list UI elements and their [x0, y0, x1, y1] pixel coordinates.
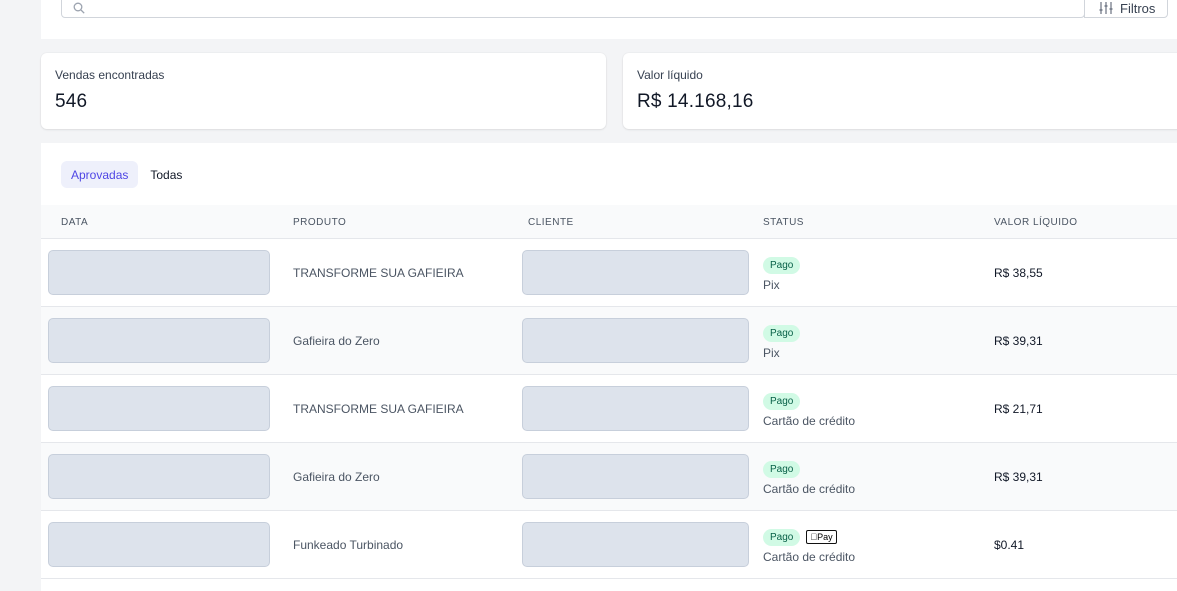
status-cell: Pago Pix: [763, 324, 801, 360]
date-placeholder: [48, 454, 270, 499]
table-row[interactable]: TRANSFORME SUA GAFIEIRA Pago Cartão de c…: [41, 375, 1177, 443]
column-header-status[interactable]: STATUS: [763, 217, 804, 228]
tab-all[interactable]: Todas: [140, 161, 192, 188]
product-name: Funkeado Turbinado: [293, 538, 404, 552]
filters-button[interactable]: Filtros: [1084, 0, 1168, 18]
date-placeholder: [48, 522, 270, 567]
payment-method: Cartão de crédito: [763, 414, 856, 428]
table-header: DATA PRODUTO CLIENTE STATUS VALOR LÍQUID…: [41, 205, 1177, 239]
net-amount: R$ 38,55: [994, 266, 1043, 280]
product-name: Gafieira do Zero: [293, 334, 380, 348]
column-header-client[interactable]: CLIENTE: [528, 217, 574, 228]
sales-panel: Aprovadas Todas DATA PRODUTO CLIENTE STA…: [41, 143, 1177, 591]
product-name: TRANSFORME SUA GAFIEIRA: [293, 266, 464, 280]
stat-value: R$ 14.168,16: [637, 91, 754, 112]
status-badge: Pago: [763, 460, 801, 478]
payment-method: Pix: [763, 346, 780, 360]
client-placeholder: [522, 318, 749, 363]
search-icon: [73, 2, 85, 14]
net-amount: $0.41: [994, 538, 1025, 552]
stat-label: Vendas encontradas: [55, 68, 165, 82]
table-row[interactable]: TRANSFORME SUA GAFIEIRA Pago Pix R$ 38,5…: [41, 239, 1177, 307]
table-row[interactable]: Funkeado Turbinado Pago Pay Cartão de c…: [41, 511, 1177, 579]
tab-approved[interactable]: Aprovadas: [61, 161, 139, 188]
net-amount: R$ 21,71: [994, 402, 1043, 416]
apple-pay-label: Pay: [810, 532, 833, 542]
search-input[interactable]: [61, 0, 1085, 18]
status-badge: Pago: [763, 324, 801, 342]
status-cell: Pago Pay Cartão de crédito: [763, 528, 855, 564]
client-placeholder: [522, 522, 749, 567]
status-cell: Pago Pix: [763, 256, 801, 292]
status-badge: Pago: [763, 528, 801, 546]
filters-label: Filtros: [1120, 0, 1156, 16]
table-row[interactable]: Gafieira do Zero Pago Cartão de crédito …: [41, 443, 1177, 511]
status-tabs: Aprovadas Todas: [61, 161, 192, 188]
payment-method: Cartão de crédito: [763, 550, 856, 564]
stat-value: 546: [55, 91, 88, 112]
stat-card-sales-count: Vendas encontradas 546: [41, 53, 606, 129]
column-header-net-value[interactable]: VALOR LÍQUIDO: [994, 217, 1078, 228]
sliders-icon: [1099, 2, 1113, 14]
search-bar-area: Filtros: [41, 0, 1177, 39]
date-placeholder: [48, 386, 270, 431]
client-placeholder: [522, 386, 749, 431]
status-badge: Pago: [763, 256, 801, 274]
product-name: Gafieira do Zero: [293, 470, 380, 484]
column-header-date[interactable]: DATA: [61, 217, 88, 228]
status-cell: Pago Cartão de crédito: [763, 392, 855, 428]
stat-card-net-value: Valor líquido R$ 14.168,16: [623, 53, 1177, 129]
payment-method: Pix: [763, 278, 780, 292]
status-badge: Pago: [763, 392, 801, 410]
stat-label: Valor líquido: [637, 68, 703, 82]
column-header-product[interactable]: PRODUTO: [293, 217, 346, 228]
status-cell: Pago Cartão de crédito: [763, 460, 855, 496]
apple-pay-icon: Pay: [806, 530, 837, 544]
client-placeholder: [522, 454, 749, 499]
date-placeholder: [48, 250, 270, 295]
payment-method: Cartão de crédito: [763, 482, 856, 496]
product-name: TRANSFORME SUA GAFIEIRA: [293, 402, 464, 416]
net-amount: R$ 39,31: [994, 470, 1043, 484]
client-placeholder: [522, 250, 749, 295]
net-amount: R$ 39,31: [994, 334, 1043, 348]
table-row[interactable]: Gafieira do Zero Pago Pix R$ 39,31: [41, 307, 1177, 375]
date-placeholder: [48, 318, 270, 363]
